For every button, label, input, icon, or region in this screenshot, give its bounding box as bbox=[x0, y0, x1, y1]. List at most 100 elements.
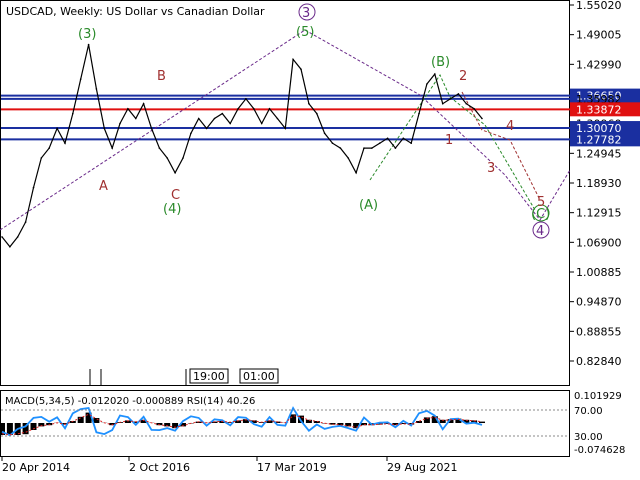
wave-label-4-circled: 4 bbox=[536, 224, 544, 239]
wave-label-4-minor: 4 bbox=[506, 119, 514, 134]
wave-label-C: C bbox=[171, 188, 180, 203]
price-point bbox=[347, 157, 350, 159]
price-point bbox=[418, 112, 420, 115]
wave-label-5-paren: (5) bbox=[296, 25, 314, 40]
indicator-label: MACD(5,34,5) -0.012020 -0.000889 RSI(14)… bbox=[5, 396, 255, 407]
macd-axis-top: 0.101929 bbox=[574, 391, 622, 402]
price-point bbox=[355, 172, 357, 174]
price-point bbox=[457, 93, 460, 95]
price-point bbox=[426, 83, 428, 85]
price-axis: 1.550201.490051.429901.369751.309601.249… bbox=[570, 0, 622, 368]
price-point bbox=[339, 147, 342, 149]
wave-label-B: B bbox=[157, 69, 166, 84]
price-point bbox=[64, 142, 66, 144]
time-label-2: 2 Oct 2016 bbox=[129, 461, 190, 474]
price-axis-label: 1.24945 bbox=[576, 147, 622, 160]
price-point bbox=[174, 172, 176, 174]
macd-bar bbox=[479, 421, 485, 423]
price-point bbox=[402, 137, 405, 140]
time-axis: 20 Apr 2014 2 Oct 2016 17 Mar 2019 29 Au… bbox=[1, 456, 457, 474]
price-point bbox=[197, 117, 200, 120]
wave-label-1: 1 bbox=[445, 133, 453, 148]
wave-label-A-paren: (A) bbox=[359, 198, 378, 213]
wave-label-2: 2 bbox=[459, 69, 467, 84]
price-axis-label: 1.42990 bbox=[576, 58, 622, 71]
wave-label-3-paren: (3) bbox=[78, 27, 96, 42]
session-marker-2: 01:00 bbox=[243, 370, 275, 383]
price-axis-label: 1.00885 bbox=[576, 266, 622, 279]
wave-label-B-paren: (B) bbox=[431, 55, 450, 70]
price-point bbox=[213, 117, 216, 120]
time-label-1: 20 Apr 2014 bbox=[2, 461, 70, 474]
price-point bbox=[465, 102, 468, 105]
price-point bbox=[268, 107, 271, 110]
wave-label-3-minor: 3 bbox=[487, 161, 495, 176]
price-point bbox=[386, 137, 389, 140]
wave-label-4-paren: (4) bbox=[163, 202, 181, 217]
price-point bbox=[40, 157, 43, 159]
chart-title: USDCAD, Weekly: US Dollar vs Canadian Do… bbox=[6, 5, 265, 18]
price-point bbox=[16, 236, 19, 238]
time-label-4: 29 Aug 2021 bbox=[387, 461, 457, 474]
price-point bbox=[190, 132, 192, 135]
rsi-axis-30: 30.00 bbox=[574, 432, 603, 443]
macd-bar bbox=[93, 418, 100, 423]
price-point bbox=[481, 117, 483, 120]
session-marker-1: 19:00 bbox=[193, 370, 225, 383]
price-point bbox=[441, 102, 444, 105]
price-point bbox=[245, 98, 247, 100]
price-point bbox=[363, 147, 365, 149]
price-point bbox=[56, 127, 58, 130]
price-point bbox=[434, 73, 436, 75]
price-point bbox=[32, 186, 35, 189]
price-point bbox=[1, 236, 3, 238]
macd-bar bbox=[77, 416, 84, 423]
price-point bbox=[260, 122, 263, 125]
price-point bbox=[284, 127, 287, 130]
price-point bbox=[119, 122, 121, 125]
price-point bbox=[150, 127, 153, 130]
price-point bbox=[111, 147, 113, 149]
price-axis-label: 1.06900 bbox=[576, 236, 622, 249]
price-point bbox=[276, 117, 279, 120]
price-axis-label: 1.12915 bbox=[576, 207, 622, 220]
price-point bbox=[142, 102, 145, 105]
price-point bbox=[158, 147, 161, 149]
price-point bbox=[473, 107, 475, 110]
price-point bbox=[87, 43, 90, 46]
wave-label-3-circled: 3 bbox=[302, 6, 310, 21]
price-point bbox=[24, 221, 27, 223]
price-point bbox=[371, 147, 373, 149]
price-point bbox=[9, 246, 11, 248]
price-point bbox=[331, 142, 334, 144]
price-point bbox=[308, 102, 310, 105]
time-label-3: 17 Mar 2019 bbox=[257, 461, 327, 474]
price-axis-label: 0.88855 bbox=[576, 325, 622, 338]
price-point bbox=[166, 157, 168, 159]
macd-bar bbox=[305, 419, 312, 423]
price-point bbox=[79, 78, 82, 80]
price-point bbox=[48, 147, 50, 149]
price-point bbox=[378, 142, 381, 144]
price-point bbox=[316, 112, 318, 115]
rsi-axis-70: 70.00 bbox=[574, 406, 603, 417]
chart-canvas: USDCAD, Weekly: US Dollar vs Canadian Do… bbox=[0, 0, 640, 474]
price-point bbox=[292, 58, 294, 61]
wave-label-5-minor: 5 bbox=[537, 195, 545, 210]
price-axis-label: 1.18930 bbox=[576, 177, 622, 190]
price-axis-label: 0.82840 bbox=[576, 355, 622, 368]
price-axis-label: 0.94870 bbox=[576, 296, 622, 309]
price-point bbox=[394, 147, 397, 149]
price-point bbox=[72, 112, 74, 115]
price-level-label: 1.33872 bbox=[576, 103, 622, 116]
price-point bbox=[127, 107, 129, 110]
price-point bbox=[205, 127, 208, 130]
wave-label-A: A bbox=[99, 179, 108, 194]
price-point bbox=[221, 112, 224, 115]
price-point bbox=[229, 122, 231, 125]
macd-axis-bottom: -0.074628 bbox=[574, 445, 625, 456]
price-point bbox=[253, 107, 255, 110]
price-point bbox=[237, 107, 239, 110]
price-point bbox=[449, 98, 452, 100]
price-point bbox=[323, 132, 326, 135]
